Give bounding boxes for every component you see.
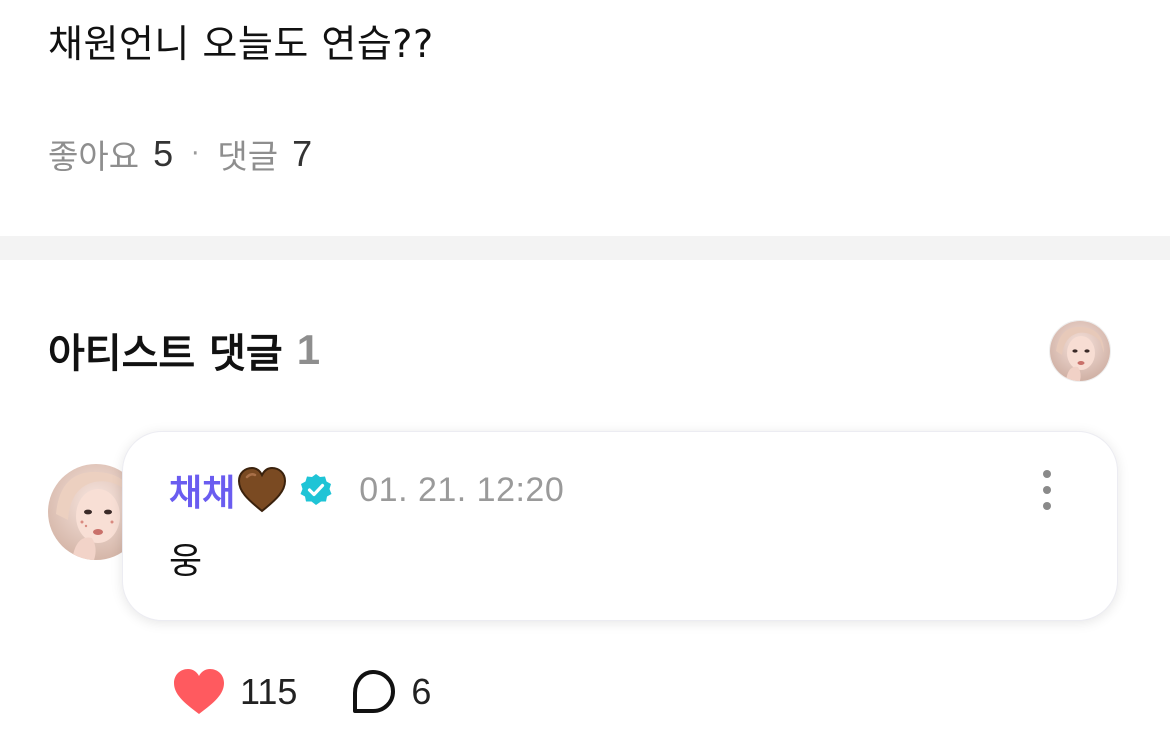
- stats-separator: ·: [191, 139, 200, 169]
- comment-author-name[interactable]: 채채: [169, 464, 235, 516]
- post-stats: 좋아요 5 · 댓글 7: [48, 130, 312, 178]
- comments-label: 댓글: [217, 137, 279, 176]
- artist-comment-card: 채채 01. 21. 12:20 웅: [122, 431, 1118, 621]
- heart-icon: [174, 669, 224, 714]
- artist-avatar-small[interactable]: [1049, 320, 1111, 382]
- comment-header: 채채 01. 21. 12:20: [169, 466, 564, 514]
- artist-comments-header: 아티스트 댓글 1: [48, 322, 320, 378]
- artist-comments-count: 1: [296, 326, 321, 373]
- likes-count[interactable]: 5: [153, 133, 173, 175]
- more-dot-icon: [1043, 486, 1051, 494]
- more-dot-icon: [1043, 502, 1051, 510]
- reply-count: 6: [411, 671, 432, 712]
- comment-timestamp: 01. 21. 12:20: [359, 470, 565, 509]
- section-divider: [0, 236, 1170, 260]
- reply-button[interactable]: 6: [349, 668, 431, 716]
- like-button[interactable]: 115: [172, 668, 297, 716]
- post-detail-page: 채원언니 오늘도 연습?? 좋아요 5 · 댓글 7 아티스트 댓글 1 채채 …: [0, 0, 1170, 756]
- comment-bubble-icon: [353, 670, 396, 713]
- verified-badge-icon: [300, 474, 332, 505]
- more-options-button[interactable]: [1039, 470, 1055, 510]
- post-text: 채원언니 오늘도 연습??: [48, 22, 434, 66]
- comments-count[interactable]: 7: [292, 133, 312, 175]
- more-dot-icon: [1043, 470, 1051, 478]
- like-count: 115: [240, 671, 298, 712]
- brown-heart-icon: [238, 467, 287, 513]
- comment-body: 웅: [169, 541, 203, 582]
- likes-label: 좋아요: [48, 137, 140, 176]
- comment-actions: 115 6: [172, 664, 431, 720]
- artist-comments-title: 아티스트 댓글: [48, 331, 283, 377]
